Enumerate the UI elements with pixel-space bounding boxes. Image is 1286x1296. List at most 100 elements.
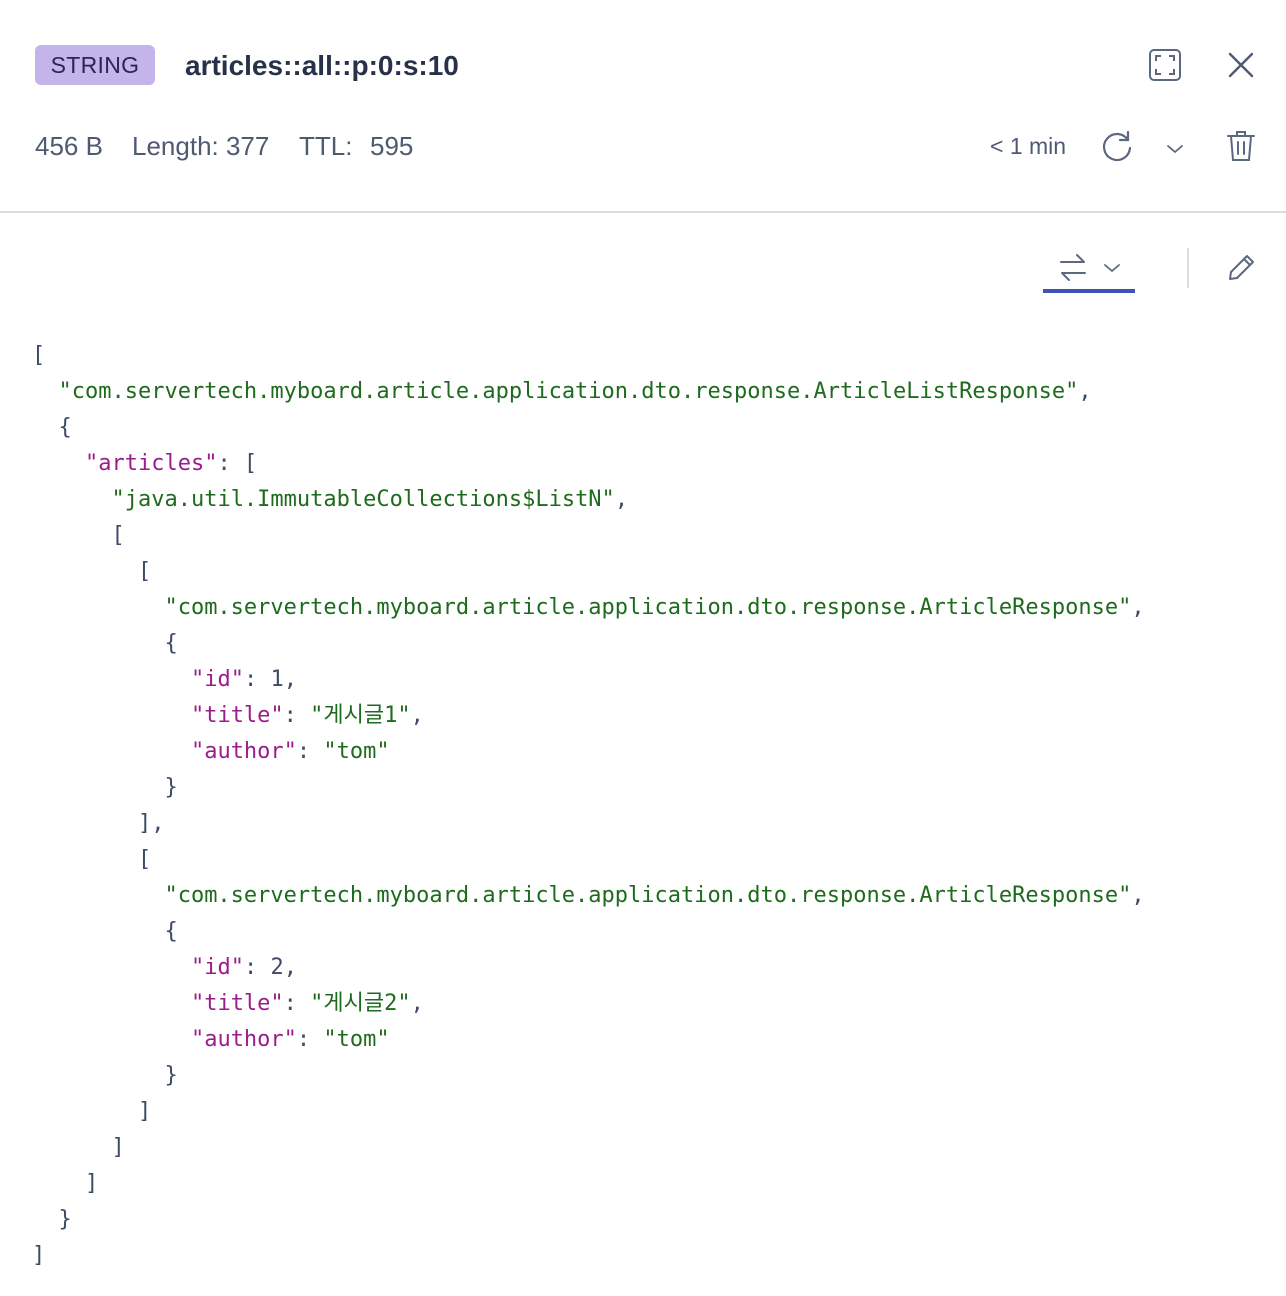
json-punctuation: ], <box>32 811 165 836</box>
json-line: "title": "게시글1", <box>32 698 1145 734</box>
json-punctuation: , <box>283 955 297 980</box>
json-line: { <box>32 626 1145 662</box>
json-string: "tom" <box>323 739 390 764</box>
json-punctuation: ] <box>32 1171 99 1196</box>
json-line: [ <box>32 842 1145 878</box>
json-punctuation: : [ <box>217 451 258 476</box>
json-punctuation: , <box>1078 379 1092 404</box>
json-line: ] <box>32 1238 1145 1274</box>
json-punctuation: ] <box>32 1099 152 1124</box>
format-selector[interactable] <box>1048 248 1130 288</box>
toolbar-divider <box>1187 248 1189 288</box>
fullscreen-button[interactable] <box>1145 45 1185 85</box>
ttl-value[interactable]: 595 <box>370 128 413 164</box>
json-punctuation: } <box>32 775 178 800</box>
refresh-button[interactable] <box>1097 126 1137 166</box>
json-punctuation <box>32 955 191 980</box>
json-punctuation: ] <box>32 1243 46 1268</box>
pencil-icon <box>1229 255 1254 280</box>
json-punctuation: , <box>1131 883 1145 908</box>
fullscreen-icon <box>1149 49 1181 81</box>
close-icon <box>1228 52 1254 78</box>
key-type-badge: STRING <box>35 45 155 85</box>
json-punctuation: , <box>283 667 297 692</box>
json-string: "tom" <box>323 1027 390 1052</box>
json-string: "com.servertech.myboard.article.applicat… <box>164 595 1132 620</box>
json-punctuation <box>32 667 191 692</box>
json-punctuation <box>32 1027 191 1052</box>
json-key: "title" <box>190 703 284 728</box>
ttl-label: TTL: <box>299 131 353 161</box>
json-line: "java.util.ImmutableCollections$ListN", <box>32 482 1145 518</box>
swap-arrows-icon <box>1060 254 1086 281</box>
edit-value-button[interactable] <box>1221 248 1261 288</box>
json-line: "articles": [ <box>32 446 1145 482</box>
json-punctuation: , <box>614 487 629 512</box>
json-string: "com.servertech.myboard.article.applicat… <box>164 883 1132 908</box>
json-punctuation: [ <box>32 847 152 872</box>
json-punctuation: { <box>32 631 178 656</box>
json-punctuation <box>32 451 85 476</box>
json-string: "java.util.ImmutableCollections$ListN" <box>111 487 615 512</box>
json-punctuation: , <box>410 703 424 728</box>
json-line: } <box>32 1202 1145 1238</box>
json-line: ] <box>32 1130 1145 1166</box>
chevron-down-icon <box>1104 264 1120 273</box>
json-punctuation: ] <box>32 1135 125 1160</box>
json-line: "author": "tom" <box>32 734 1145 770</box>
json-punctuation: } <box>32 1063 178 1088</box>
chevron-down-icon <box>1167 145 1183 154</box>
delete-key-button[interactable] <box>1221 126 1261 166</box>
json-punctuation: : <box>283 991 311 1016</box>
json-punctuation <box>32 703 191 728</box>
json-punctuation: } <box>32 1207 72 1232</box>
json-line: "id": 2, <box>32 950 1145 986</box>
refresh-icon <box>1102 130 1132 162</box>
last-refresh-time: < 1 min <box>990 133 1067 159</box>
json-key: "id" <box>190 955 244 980</box>
json-key: "title" <box>190 991 284 1016</box>
json-punctuation <box>32 595 164 620</box>
key-name[interactable]: articles::all::p:0:s:10 <box>185 46 459 86</box>
close-button[interactable] <box>1221 45 1261 85</box>
format-selector-active-indicator <box>1043 289 1135 293</box>
json-punctuation <box>32 739 191 764</box>
json-punctuation: , <box>1131 595 1145 620</box>
auto-refresh-menu-button[interactable] <box>1160 134 1190 164</box>
json-string: "com.servertech.myboard.article.applicat… <box>58 379 1079 404</box>
json-key: "author" <box>190 739 297 764</box>
trash-icon <box>1227 131 1255 161</box>
json-line: ], <box>32 806 1145 842</box>
json-line: } <box>32 770 1145 806</box>
json-line: "title": "게시글2", <box>32 986 1145 1022</box>
json-line: "com.servertech.myboard.article.applicat… <box>32 374 1145 410</box>
json-punctuation: : <box>283 703 311 728</box>
json-punctuation: : <box>296 1027 324 1052</box>
json-punctuation: : <box>243 955 271 980</box>
json-punctuation: [ <box>32 523 125 548</box>
json-punctuation: : <box>243 667 271 692</box>
json-punctuation: [ <box>32 559 152 584</box>
key-details-header: STRING articles::all::p:0:s:10 456 B Len… <box>0 0 1286 213</box>
json-punctuation: { <box>32 415 72 440</box>
json-punctuation <box>32 379 59 404</box>
json-punctuation: : <box>296 739 324 764</box>
string-value-viewer[interactable]: [ "com.servertech.myboard.article.applic… <box>32 338 1145 1274</box>
json-line: ] <box>32 1094 1145 1130</box>
json-line: { <box>32 410 1145 446</box>
key-length: Length: 377 <box>132 131 270 161</box>
key-size: 456 B <box>35 131 103 161</box>
json-line: ] <box>32 1166 1145 1202</box>
json-punctuation: , <box>410 991 424 1016</box>
json-line: "com.servertech.myboard.article.applicat… <box>32 878 1145 914</box>
json-line: "com.servertech.myboard.article.applicat… <box>32 590 1145 626</box>
json-key: "id" <box>190 667 244 692</box>
json-key: "author" <box>190 1027 297 1052</box>
json-punctuation <box>32 991 191 1016</box>
json-string: "게시글1" <box>310 703 411 728</box>
json-punctuation: { <box>32 919 178 944</box>
json-number: 2 <box>270 955 284 980</box>
json-line: [ <box>32 338 1145 374</box>
json-key: "articles" <box>84 451 218 476</box>
json-punctuation <box>32 883 164 908</box>
